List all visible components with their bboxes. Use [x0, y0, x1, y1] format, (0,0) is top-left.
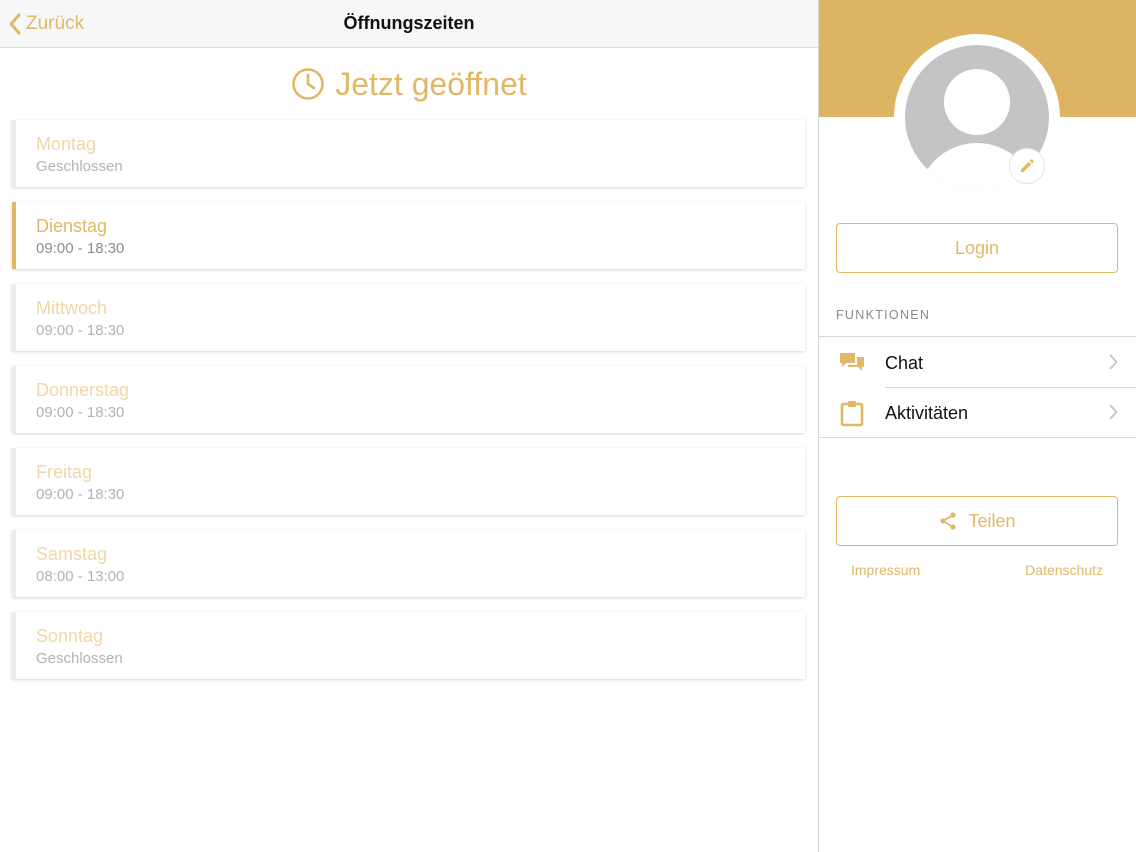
day-name: Montag	[36, 134, 97, 154]
privacy-link[interactable]: Datenschutz	[1025, 562, 1103, 578]
day-hours: 09:00 - 18:30	[36, 404, 125, 421]
opening-hours-pane: Zurück Öffnungszeiten Jetzt geöffnet Mon…	[0, 0, 818, 852]
open-status: Jetzt geöffnet	[0, 62, 818, 106]
day-hours: 09:00 - 18:30	[36, 486, 125, 503]
menu-item-chat[interactable]: Chat	[819, 337, 1136, 387]
menu-item-label: Aktivitäten	[885, 403, 969, 423]
day-name: Samstag	[36, 544, 108, 564]
day-card: Montag Geschlossen	[12, 120, 805, 187]
footer-links: Impressum Datenschutz	[819, 562, 1136, 582]
chat-icon	[840, 353, 864, 371]
edit-avatar-button[interactable]	[1009, 148, 1045, 184]
chevron-right-icon	[1109, 354, 1118, 370]
day-hours: Geschlossen	[36, 650, 123, 667]
share-icon	[940, 512, 957, 530]
open-status-text: Jetzt geöffnet	[335, 65, 527, 102]
day-name: Mittwoch	[36, 298, 108, 318]
page-title: Öffnungszeiten	[343, 13, 475, 33]
pencil-icon	[1021, 159, 1034, 172]
avatar-head-shape	[944, 69, 1010, 135]
clock-icon	[292, 68, 325, 100]
clipboard-icon	[840, 401, 864, 427]
menu-item-activities[interactable]: Aktivitäten	[819, 387, 1136, 437]
day-hours: 08:00 - 13:00	[36, 568, 125, 585]
impressum-link[interactable]: Impressum	[851, 562, 920, 578]
day-hours: 09:00 - 18:30	[36, 240, 125, 257]
day-card: Donnerstag 09:00 - 18:30	[12, 366, 805, 433]
day-card: Sonntag Geschlossen	[12, 612, 805, 679]
day-hours: Geschlossen	[36, 158, 123, 175]
days-list: Montag Geschlossen Dienstag 09:00 - 18:3…	[12, 120, 805, 694]
sidebar: Login FUNKTIONEN Chat Aktivitäten Teilen…	[819, 0, 1136, 852]
day-name: Freitag	[36, 462, 93, 482]
menu-item-label: Chat	[885, 353, 924, 373]
day-name: Sonntag	[36, 626, 104, 646]
day-hours: 09:00 - 18:30	[36, 322, 125, 339]
app: Zurück Öffnungszeiten Jetzt geöffnet Mon…	[0, 0, 1136, 852]
share-label: Teilen	[968, 510, 1016, 531]
section-label: FUNKTIONEN	[836, 308, 931, 322]
chevron-right-icon	[1109, 404, 1118, 420]
day-card: Samstag 08:00 - 13:00	[12, 530, 805, 597]
login-button[interactable]: Login	[836, 223, 1118, 273]
day-name: Dienstag	[36, 216, 108, 236]
navbar: Zurück Öffnungszeiten	[0, 0, 818, 48]
day-name: Donnerstag	[36, 380, 130, 400]
share-button[interactable]: Teilen	[836, 496, 1118, 546]
day-card: Dienstag 09:00 - 18:30	[12, 202, 805, 269]
day-card: Freitag 09:00 - 18:30	[12, 448, 805, 515]
day-card: Mittwoch 09:00 - 18:30	[12, 284, 805, 351]
functions-menu: Chat Aktivitäten	[819, 336, 1136, 438]
